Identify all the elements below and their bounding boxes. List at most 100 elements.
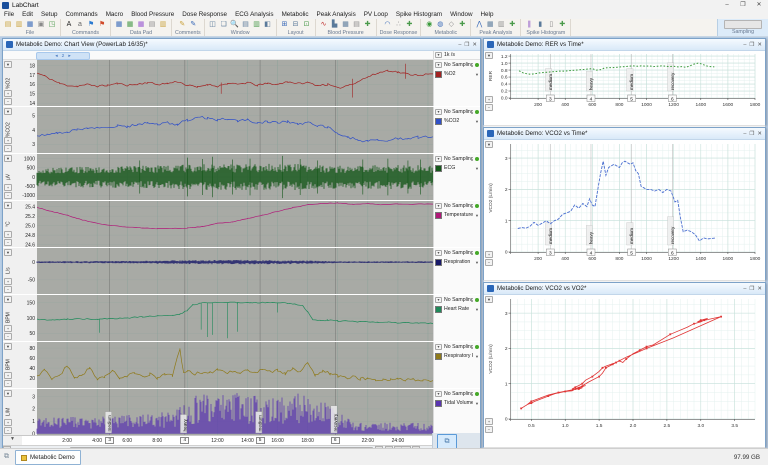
minimize-button[interactable]: –	[743, 40, 746, 50]
panel-menu-button[interactable]: ▼	[485, 141, 493, 148]
spike-hist-icon[interactable]: ▮	[535, 20, 545, 30]
peak-table-icon[interactable]: ▦	[485, 20, 495, 30]
channel-plot-tidalvolume[interactable]: 3210mediumheavymediumrecovery	[22, 389, 433, 435]
close-button[interactable]: ✕	[472, 40, 477, 50]
comment-number-5[interactable]: 5	[256, 437, 265, 444]
minimize-button[interactable]: –	[458, 40, 461, 50]
panel-scale-plus-button[interactable]: +	[485, 418, 493, 425]
met-settings-icon[interactable]: ✚	[457, 20, 467, 30]
panel-chart-0[interactable]: 200400600800100012001400160018000.00.20.…	[484, 51, 765, 113]
maximize-button[interactable]: ❐	[749, 284, 754, 294]
scale-minus-button[interactable]: −	[4, 145, 12, 152]
sampling-dropdown-button[interactable]: ▼	[435, 344, 442, 350]
scale-plus-button[interactable]: +	[4, 419, 12, 426]
close-button[interactable]: ✕	[757, 284, 762, 294]
panel-scale-plus-button[interactable]: +	[485, 251, 493, 258]
scale-plus-button[interactable]: +	[4, 325, 12, 332]
sampling-dropdown-button[interactable]: ▼	[435, 62, 442, 68]
maximize-button[interactable]: ❐	[749, 40, 754, 50]
peak-settings-icon[interactable]: ✚	[507, 20, 517, 30]
close-button[interactable]: ✕	[752, 1, 766, 10]
sampling-dropdown-button[interactable]: ▼	[435, 250, 442, 256]
channel-dropdown-arrow[interactable]: ▼	[475, 119, 479, 124]
channel-dropdown-arrow[interactable]: ▼	[475, 307, 479, 312]
save-icon[interactable]: ▦	[25, 20, 35, 30]
grid-layout-icon[interactable]: ⊞	[280, 20, 290, 30]
comment-number-4[interactable]: 4	[180, 437, 189, 444]
bp-report-icon[interactable]: ▤	[352, 20, 362, 30]
zoom-selection-button[interactable]: ⧉	[437, 434, 457, 449]
panel-chart-1[interactable]: 200400600800100012001400160018000123VCO2…	[484, 140, 765, 268]
maximize-button[interactable]: ❐	[464, 40, 469, 50]
sampling-dropdown-button[interactable]: ▼	[435, 297, 442, 303]
arrange-icon[interactable]: ⊟	[291, 20, 301, 30]
sampling-dropdown-button[interactable]: ▼	[435, 109, 442, 115]
panel-scale-plus-button[interactable]: +	[485, 96, 493, 103]
menu-item-pv-loop[interactable]: PV Loop	[360, 10, 392, 19]
channel-dropdown-arrow[interactable]: ▼	[475, 72, 479, 77]
menu-item-macro[interactable]: Macro	[102, 10, 128, 19]
comment-number-3[interactable]: 3	[105, 437, 114, 444]
scale-plus-button[interactable]: +	[4, 372, 12, 379]
cascade-icon[interactable]: ❏	[219, 20, 229, 30]
close-button[interactable]: ✕	[757, 129, 762, 139]
bp-wave-icon[interactable]: ∿	[319, 20, 329, 30]
scale-plus-button[interactable]: +	[4, 137, 12, 144]
bp-table-icon[interactable]: ▦	[341, 20, 351, 30]
panel-menu-button[interactable]: ▼	[485, 296, 493, 303]
open-file-icon[interactable]: ▥	[14, 20, 24, 30]
menu-item-dose-response[interactable]: Dose Response	[178, 10, 231, 19]
comment-filter-icon[interactable]: ▼	[3, 436, 22, 445]
dr-curve-icon[interactable]: ◠	[382, 20, 392, 30]
channel-dropdown-arrow[interactable]: ▼	[475, 213, 479, 218]
menu-item-blood-pressure[interactable]: Blood Pressure	[127, 10, 178, 19]
close-button[interactable]: ✕	[757, 40, 762, 50]
menu-item-file[interactable]: File	[0, 10, 18, 19]
new-file-icon[interactable]: ▤	[3, 20, 13, 30]
sampling-dropdown-button[interactable]: ▼	[435, 156, 442, 162]
panel-scale-minus-button[interactable]: −	[485, 259, 493, 266]
bp-analyze-icon[interactable]: ▙	[330, 20, 340, 30]
channel-plot-co2[interactable]: 543	[22, 107, 433, 153]
font-icon[interactable]: A	[64, 20, 74, 30]
datapad-view-icon[interactable]: ▦	[136, 20, 146, 30]
spike-rate-icon[interactable]: ▯	[546, 20, 556, 30]
dr-add-icon[interactable]: ✚	[404, 20, 414, 30]
sampling-dropdown-button[interactable]: ▼	[435, 391, 442, 397]
channel-plot-ecg[interactable]: 10005000-500-1000	[22, 154, 433, 200]
peak-detect-icon[interactable]: ⋀	[474, 20, 484, 30]
window-title-bar[interactable]: Metabolic Demo: VCO2 vs Time*–❐✕	[484, 128, 765, 140]
scale-minus-button[interactable]: −	[4, 333, 12, 340]
scale-plus-button[interactable]: +	[4, 231, 12, 238]
datapad-add-icon[interactable]: ▦	[125, 20, 135, 30]
minimize-button[interactable]: –	[743, 284, 746, 294]
marker-icon[interactable]: ⚑	[86, 20, 96, 30]
channel-dropdown-arrow[interactable]: ▼	[475, 166, 479, 171]
channel-plot-temperature[interactable]: 25.425.225.024.824.6	[22, 201, 433, 247]
add-comment-icon[interactable]: ✎	[177, 20, 187, 30]
maximize-button[interactable]: ❐	[749, 129, 754, 139]
scale-minus-button[interactable]: −	[4, 427, 12, 434]
channel-dropdown-arrow[interactable]: ▼	[475, 260, 479, 265]
panel-menu-button[interactable]: ▼	[485, 52, 493, 59]
met-plot-icon[interactable]: ◇	[446, 20, 456, 30]
channel-plot-respiration[interactable]: 0-50	[22, 248, 433, 294]
met-vco2-icon[interactable]: ◍	[435, 20, 445, 30]
chart-window-icon[interactable]: ▥	[252, 20, 262, 30]
sampling-start-button[interactable]	[724, 20, 762, 29]
window-title-bar[interactable]: Metabolic Demo: RER vs Time*–❐✕	[484, 39, 765, 51]
reset-layout-icon[interactable]: ⊡	[302, 20, 312, 30]
tile-icon[interactable]: ◫	[208, 20, 218, 30]
split-icon[interactable]: ◧	[263, 20, 273, 30]
scale-minus-button[interactable]: −	[4, 192, 12, 199]
view-badge[interactable]: ◂2▸	[36, 52, 90, 60]
scale-plus-button[interactable]: +	[4, 184, 12, 191]
menu-item-commands[interactable]: Commands	[61, 10, 101, 19]
print-icon[interactable]: ▣	[36, 20, 46, 30]
datapad-export-icon[interactable]: ▥	[158, 20, 168, 30]
datapad-icon[interactable]: ▦	[114, 20, 124, 30]
menu-item-metabolic[interactable]: Metabolic	[278, 10, 313, 19]
scale-plus-button[interactable]: +	[4, 278, 12, 285]
spike-settings-icon[interactable]: ✚	[557, 20, 567, 30]
sampling-dropdown-button[interactable]: ▼	[435, 203, 442, 209]
